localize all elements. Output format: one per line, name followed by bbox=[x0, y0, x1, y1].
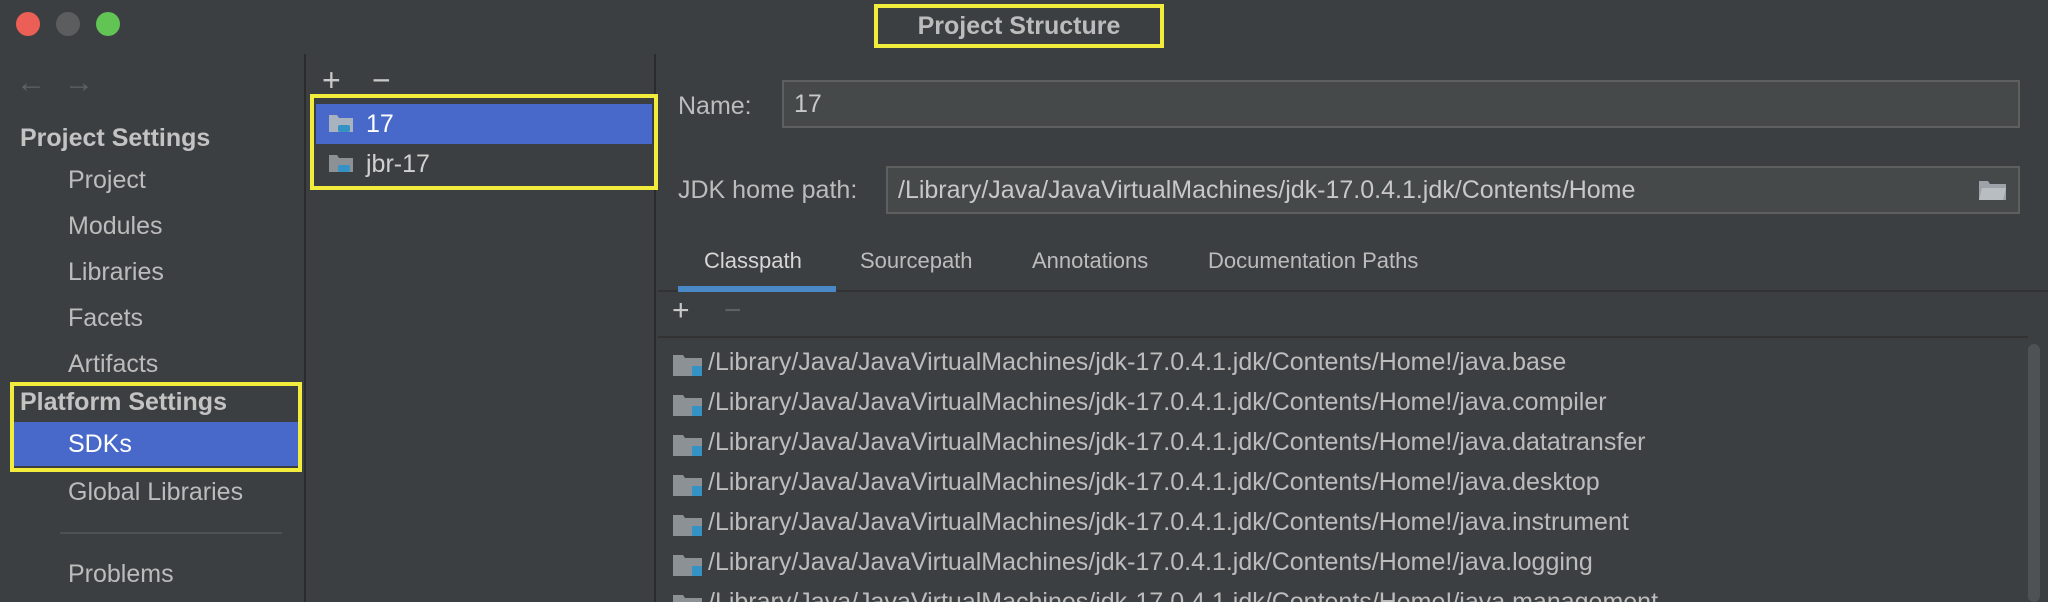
close-window-button[interactable] bbox=[16, 12, 40, 36]
sidebar-item-facets[interactable]: Facets bbox=[68, 304, 143, 333]
back-arrow-icon[interactable]: ← bbox=[16, 66, 64, 99]
browse-folder-icon[interactable] bbox=[1978, 178, 2008, 202]
nav-arrows: ←→ bbox=[16, 66, 112, 100]
highlight-box bbox=[310, 94, 658, 190]
sidebar-item-problems[interactable]: Problems bbox=[68, 560, 174, 589]
path-text: /Library/Java/JavaVirtualMachines/jdk-17… bbox=[708, 508, 1629, 536]
title-bar: Project Structure bbox=[0, 0, 2048, 48]
list-item[interactable]: /Library/Java/JavaVirtualMachines/jdk-17… bbox=[672, 544, 2012, 584]
highlight-box bbox=[10, 382, 302, 472]
jdk-home-label: JDK home path: bbox=[678, 176, 858, 204]
classpath-list: /Library/Java/JavaVirtualMachines/jdk-17… bbox=[658, 336, 2028, 602]
name-label: Name: bbox=[678, 92, 752, 120]
sidebar-item-project[interactable]: Project bbox=[68, 166, 146, 195]
path-text: /Library/Java/JavaVirtualMachines/jdk-17… bbox=[708, 348, 1567, 376]
path-text: /Library/Java/JavaVirtualMachines/jdk-17… bbox=[708, 388, 1607, 416]
sdk-list-panel: + − 17 jbr-17 bbox=[308, 54, 658, 602]
sdk-detail-panel: Name: 17 JDK home path: /Library/Java/Ja… bbox=[658, 54, 2048, 602]
jdk-home-value: /Library/Java/JavaVirtualMachines/jdk-17… bbox=[898, 176, 1636, 204]
path-text: /Library/Java/JavaVirtualMachines/jdk-17… bbox=[708, 428, 1646, 456]
path-text: /Library/Java/JavaVirtualMachines/jdk-17… bbox=[708, 468, 1600, 496]
archive-folder-icon bbox=[673, 435, 702, 456]
project-settings-header: Project Settings bbox=[20, 124, 211, 152]
list-item[interactable]: /Library/Java/JavaVirtualMachines/jdk-17… bbox=[672, 344, 2012, 384]
archive-folder-icon bbox=[673, 395, 702, 416]
tab-sourcepath[interactable]: Sourcepath bbox=[860, 248, 973, 274]
forward-arrow-icon[interactable]: → bbox=[64, 66, 112, 99]
sidebar-item-artifacts[interactable]: Artifacts bbox=[68, 350, 158, 379]
sidebar-item-global-libraries[interactable]: Global Libraries bbox=[68, 478, 243, 507]
tab-documentation-paths[interactable]: Documentation Paths bbox=[1208, 248, 1418, 274]
list-item[interactable]: /Library/Java/JavaVirtualMachines/jdk-17… bbox=[672, 384, 2012, 424]
minimize-window-button[interactable] bbox=[56, 12, 80, 36]
sidebar-divider bbox=[60, 532, 282, 534]
zoom-window-button[interactable] bbox=[96, 12, 120, 36]
tab-classpath[interactable]: Classpath bbox=[704, 248, 802, 274]
list-item[interactable]: /Library/Java/JavaVirtualMachines/jdk-17… bbox=[672, 584, 2012, 602]
jdk-home-field[interactable]: /Library/Java/JavaVirtualMachines/jdk-17… bbox=[886, 166, 2020, 214]
list-item[interactable]: /Library/Java/JavaVirtualMachines/jdk-17… bbox=[672, 424, 2012, 464]
archive-folder-icon bbox=[673, 595, 702, 602]
list-item[interactable]: /Library/Java/JavaVirtualMachines/jdk-17… bbox=[672, 504, 2012, 544]
name-field[interactable]: 17 bbox=[782, 80, 2020, 128]
vertical-scrollbar[interactable] bbox=[2028, 344, 2040, 602]
active-tab-indicator bbox=[678, 286, 836, 292]
tab-annotations[interactable]: Annotations bbox=[1032, 248, 1148, 274]
window-title: Project Structure bbox=[874, 4, 1164, 48]
archive-folder-icon bbox=[673, 355, 702, 376]
list-item[interactable]: /Library/Java/JavaVirtualMachines/jdk-17… bbox=[672, 464, 2012, 504]
archive-folder-icon bbox=[673, 555, 702, 576]
settings-sidebar: ←→ Project Settings Project Modules Libr… bbox=[0, 54, 306, 602]
add-path-button[interactable]: + bbox=[672, 294, 690, 328]
sidebar-item-libraries[interactable]: Libraries bbox=[68, 258, 164, 287]
path-text: /Library/Java/JavaVirtualMachines/jdk-17… bbox=[708, 588, 1659, 602]
sidebar-item-modules[interactable]: Modules bbox=[68, 212, 163, 241]
archive-folder-icon bbox=[673, 515, 702, 536]
path-text: /Library/Java/JavaVirtualMachines/jdk-17… bbox=[708, 548, 1593, 576]
archive-folder-icon bbox=[673, 475, 702, 496]
remove-path-button[interactable]: − bbox=[724, 294, 742, 328]
path-tabs: Classpath Sourcepath Annotations Documen… bbox=[658, 236, 2048, 292]
